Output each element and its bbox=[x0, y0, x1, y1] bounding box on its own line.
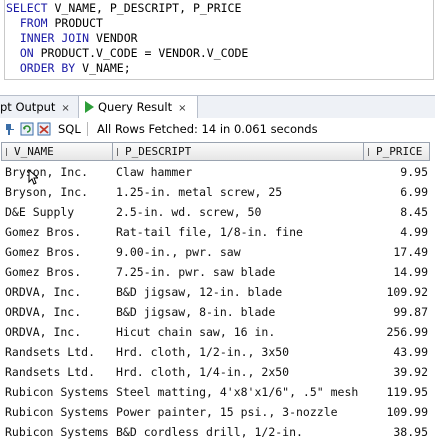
cell-v-name[interactable]: Rubicon Systems bbox=[5, 402, 112, 422]
table-row[interactable]: Gomez Bros. 7.25-in. pwr. saw blade 14.99 bbox=[0, 262, 435, 282]
cell-p-price[interactable]: 43.99 bbox=[366, 342, 428, 362]
column-header-label: V_NAME bbox=[14, 145, 54, 158]
cell-p-price[interactable]: 109.92 bbox=[366, 282, 428, 302]
sort-icon bbox=[6, 148, 11, 156]
cell-p-descript[interactable]: 2.5-in. wd. screw, 50 bbox=[116, 202, 362, 222]
table-row[interactable]: Randsets Ltd. Hrd. cloth, 1/4-in., 2x50 39… bbox=[0, 362, 435, 382]
sql-keyword: ON bbox=[6, 46, 34, 60]
cell-p-price[interactable]: 4.99 bbox=[366, 222, 428, 242]
cell-p-price[interactable]: 119.95 bbox=[366, 382, 428, 402]
cell-v-name[interactable]: ORDVA, Inc. bbox=[5, 322, 112, 342]
export-icon[interactable] bbox=[37, 122, 51, 136]
close-icon[interactable]: × bbox=[178, 103, 186, 114]
grid-header: V_NAME P_DESCRIPT P_PRICE bbox=[0, 142, 435, 161]
cell-p-price[interactable]: 256.99 bbox=[366, 322, 428, 342]
cell-v-name[interactable]: Gomez Bros. bbox=[5, 222, 112, 242]
sql-keyword: INNER JOIN bbox=[6, 31, 90, 45]
cell-p-descript[interactable]: Hrd. cloth, 1/2-in., 3x50 bbox=[116, 342, 362, 362]
cell-p-descript[interactable]: B&D jigsaw, 8-in. blade bbox=[116, 302, 362, 322]
column-header-p-price[interactable]: P_PRICE bbox=[363, 142, 430, 161]
sql-keyword: ORDER BY bbox=[6, 61, 76, 75]
cell-p-descript[interactable]: Hicut chain saw, 16 in. bbox=[116, 322, 362, 342]
table-row[interactable]: Gomez Bros. 9.00-in., pwr. saw 17.49 bbox=[0, 242, 435, 262]
cell-v-name[interactable]: Randsets Ltd. bbox=[5, 362, 112, 382]
toolbar-separator bbox=[87, 122, 88, 136]
play-icon bbox=[85, 101, 94, 113]
cell-p-price[interactable]: 38.95 bbox=[366, 422, 428, 442]
sql-keyword: SELECT bbox=[6, 1, 48, 15]
table-row[interactable]: Rubicon Systems B&D cordless drill, 1/2-i… bbox=[0, 422, 435, 442]
sql-text: PRODUCT bbox=[47, 16, 103, 30]
cell-v-name[interactable]: D&E Supply bbox=[5, 202, 112, 222]
sql-text: PRODUCT.V_CODE = VENDOR.V_CODE bbox=[33, 46, 249, 60]
sql-button[interactable]: SQL bbox=[58, 121, 81, 137]
cell-p-descript[interactable]: Rat-tail file, 1/8-in. fine bbox=[116, 222, 362, 242]
tab-query-result-label: Query Result bbox=[98, 100, 173, 114]
table-row[interactable]: D&E Supply 2.5-in. wd. screw, 50 8.45 bbox=[0, 202, 435, 222]
cell-p-price[interactable]: 14.99 bbox=[366, 262, 428, 282]
column-header-p-descript[interactable]: P_DESCRIPT bbox=[112, 142, 364, 161]
code-line: FROM PRODUCT bbox=[6, 16, 103, 31]
table-row[interactable]: Rubicon Systems Steel matting, 4'x8'x1/6"… bbox=[0, 382, 435, 402]
cell-p-descript[interactable]: 7.25-in. pwr. saw blade bbox=[116, 262, 362, 282]
cell-p-price[interactable]: 6.99 bbox=[366, 182, 428, 202]
results-grid[interactable]: V_NAME P_DESCRIPT P_PRICE Bryson, Inc. Cl… bbox=[0, 142, 435, 442]
table-row[interactable]: ORDVA, Inc. B&D jigsaw, 12-in. blade 109.9… bbox=[0, 282, 435, 302]
cell-p-descript[interactable]: B&D jigsaw, 12-in. blade bbox=[116, 282, 362, 302]
pin-icon[interactable] bbox=[3, 122, 17, 136]
cell-p-price[interactable]: 109.99 bbox=[366, 402, 428, 422]
sort-icon bbox=[117, 148, 122, 156]
cell-p-price[interactable]: 17.49 bbox=[366, 242, 428, 262]
cell-p-descript[interactable]: B&D cordless drill, 1/2-in. bbox=[116, 422, 362, 442]
sql-editor[interactable]: SELECT V_NAME, P_DESCRIPT, P_PRICE FROM … bbox=[0, 0, 435, 81]
result-toolbar: SQL All Rows Fetched: 14 in 0.061 second… bbox=[0, 118, 435, 140]
code-line: SELECT V_NAME, P_DESCRIPT, P_PRICE bbox=[6, 1, 241, 16]
column-header-label: P_DESCRIPT bbox=[125, 145, 192, 158]
table-row[interactable]: Rubicon Systems Power painter, 15 psi., 3… bbox=[0, 402, 435, 422]
tab-script-output-label: pt Output bbox=[0, 100, 56, 114]
cell-p-price[interactable]: 39.92 bbox=[366, 362, 428, 382]
cell-p-descript[interactable]: Steel matting, 4'x8'x1/6", .5" mesh bbox=[116, 382, 362, 402]
sql-text: V_NAME, P_DESCRIPT, P_PRICE bbox=[47, 1, 242, 15]
cell-v-name[interactable]: Rubicon Systems bbox=[5, 382, 112, 402]
sql-text: VENDOR bbox=[89, 31, 138, 45]
cell-v-name[interactable]: Bryson, Inc. bbox=[5, 182, 112, 202]
sql-keyword: FROM bbox=[6, 16, 48, 30]
cell-p-descript[interactable]: Hrd. cloth, 1/4-in., 2x50 bbox=[116, 362, 362, 382]
cell-p-price[interactable]: 99.87 bbox=[366, 302, 428, 322]
column-header-v-name[interactable]: V_NAME bbox=[1, 142, 113, 161]
table-row[interactable]: ORDVA, Inc. Hicut chain saw, 16 in. 256.99 bbox=[0, 322, 435, 342]
cell-v-name[interactable]: Gomez Bros. bbox=[5, 242, 112, 262]
table-row[interactable]: Bryson, Inc. Claw hammer 9.95 bbox=[0, 162, 435, 182]
cell-p-descript[interactable]: Power painter, 15 psi., 3-nozzle bbox=[116, 402, 362, 422]
cell-p-price[interactable]: 8.45 bbox=[366, 202, 428, 222]
code-line: ORDER BY V_NAME; bbox=[6, 61, 131, 76]
code-line: ON PRODUCT.V_CODE = VENDOR.V_CODE bbox=[6, 46, 249, 61]
cell-v-name[interactable]: ORDVA, Inc. bbox=[5, 302, 112, 322]
cell-p-descript[interactable]: 9.00-in., pwr. saw bbox=[116, 242, 362, 262]
cell-v-name[interactable]: Bryson, Inc. bbox=[5, 162, 112, 182]
table-row[interactable]: Randsets Ltd. Hrd. cloth, 1/2-in., 3x50 43… bbox=[0, 342, 435, 362]
table-row[interactable]: ORDVA, Inc. B&D jigsaw, 8-in. blade 99.87 bbox=[0, 302, 435, 322]
cell-p-descript[interactable]: Claw hammer bbox=[116, 162, 362, 182]
sql-text: V_NAME; bbox=[75, 61, 131, 75]
tab-script-output[interactable]: pt Output × bbox=[0, 96, 74, 118]
results-tab-strip: pt Output × Query Result × bbox=[0, 95, 435, 119]
cell-v-name[interactable]: Randsets Ltd. bbox=[5, 342, 112, 362]
fetch-status: All Rows Fetched: 14 in 0.061 seconds bbox=[97, 122, 318, 136]
tab-query-result[interactable]: Query Result × bbox=[78, 96, 198, 119]
code-line: INNER JOIN VENDOR bbox=[6, 31, 138, 46]
refresh-icon[interactable] bbox=[20, 122, 34, 136]
cell-v-name[interactable]: Rubicon Systems bbox=[5, 422, 112, 442]
close-icon[interactable]: × bbox=[61, 103, 69, 114]
table-row[interactable]: Bryson, Inc. 1.25-in. metal screw, 25 6.99 bbox=[0, 182, 435, 202]
sort-icon bbox=[368, 148, 373, 156]
cell-p-descript[interactable]: 1.25-in. metal screw, 25 bbox=[116, 182, 362, 202]
column-header-label: P_PRICE bbox=[376, 145, 423, 158]
mouse-cursor-icon bbox=[28, 169, 38, 185]
cell-v-name[interactable]: ORDVA, Inc. bbox=[5, 282, 112, 302]
cell-v-name[interactable]: Gomez Bros. bbox=[5, 262, 112, 282]
cell-p-price[interactable]: 9.95 bbox=[366, 162, 428, 182]
table-row[interactable]: Gomez Bros. Rat-tail file, 1/8-in. fine 4.… bbox=[0, 222, 435, 242]
